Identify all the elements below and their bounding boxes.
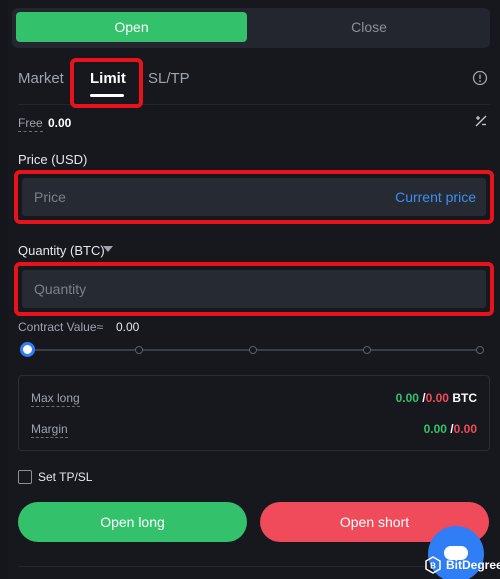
- svg-text:B: B: [430, 562, 436, 571]
- highlight-price-field: [14, 170, 494, 224]
- slider-handle[interactable]: [20, 342, 35, 357]
- slider-step-50[interactable]: [249, 346, 257, 354]
- free-value: 0.00: [48, 116, 72, 130]
- chevron-down-icon[interactable]: [103, 246, 113, 252]
- slider-step-75[interactable]: [363, 346, 371, 354]
- tpsl-label[interactable]: Set TP/SL: [38, 470, 92, 484]
- transfer-icon[interactable]: [474, 114, 488, 128]
- contract-value-label: Contract Value≈: [18, 320, 104, 334]
- price-label: Price (USD): [18, 152, 88, 167]
- open-long-button[interactable]: Open long: [18, 502, 247, 542]
- footer-divider: [18, 566, 490, 567]
- slider-step-100[interactable]: [476, 346, 484, 354]
- bitdegree-logo-icon: B: [425, 556, 441, 574]
- close-toggle-button[interactable]: Close: [252, 12, 486, 42]
- max-long-values: 0.00 /0.00 BTC: [395, 391, 477, 405]
- contract-value: 0.00: [116, 320, 140, 334]
- open-toggle-button[interactable]: Open: [16, 12, 247, 42]
- watermark-text: BitDegree: [446, 558, 500, 572]
- max-long-label: Max long: [31, 391, 80, 407]
- info-icon[interactable]: [472, 70, 488, 86]
- watermark: B BitDegree: [424, 556, 500, 574]
- tab-sl-tp[interactable]: SL/TP: [148, 70, 190, 87]
- slider-step-25[interactable]: [135, 346, 143, 354]
- free-label: Free: [18, 116, 43, 132]
- margin-values: 0.00 /0.00: [423, 422, 477, 436]
- order-summary: Max long 0.00 /0.00 BTC Margin 0.00 /0.0…: [18, 375, 490, 451]
- margin-label: Margin: [31, 422, 68, 438]
- quantity-slider[interactable]: [20, 340, 486, 360]
- open-close-toggle: Open Close: [12, 8, 490, 48]
- quantity-label[interactable]: Quantity (BTC): [18, 243, 105, 258]
- tab-market[interactable]: Market: [18, 70, 64, 87]
- highlight-limit-tab: [70, 58, 143, 108]
- tpsl-checkbox[interactable]: [18, 470, 32, 484]
- highlight-quantity-field: [14, 262, 494, 316]
